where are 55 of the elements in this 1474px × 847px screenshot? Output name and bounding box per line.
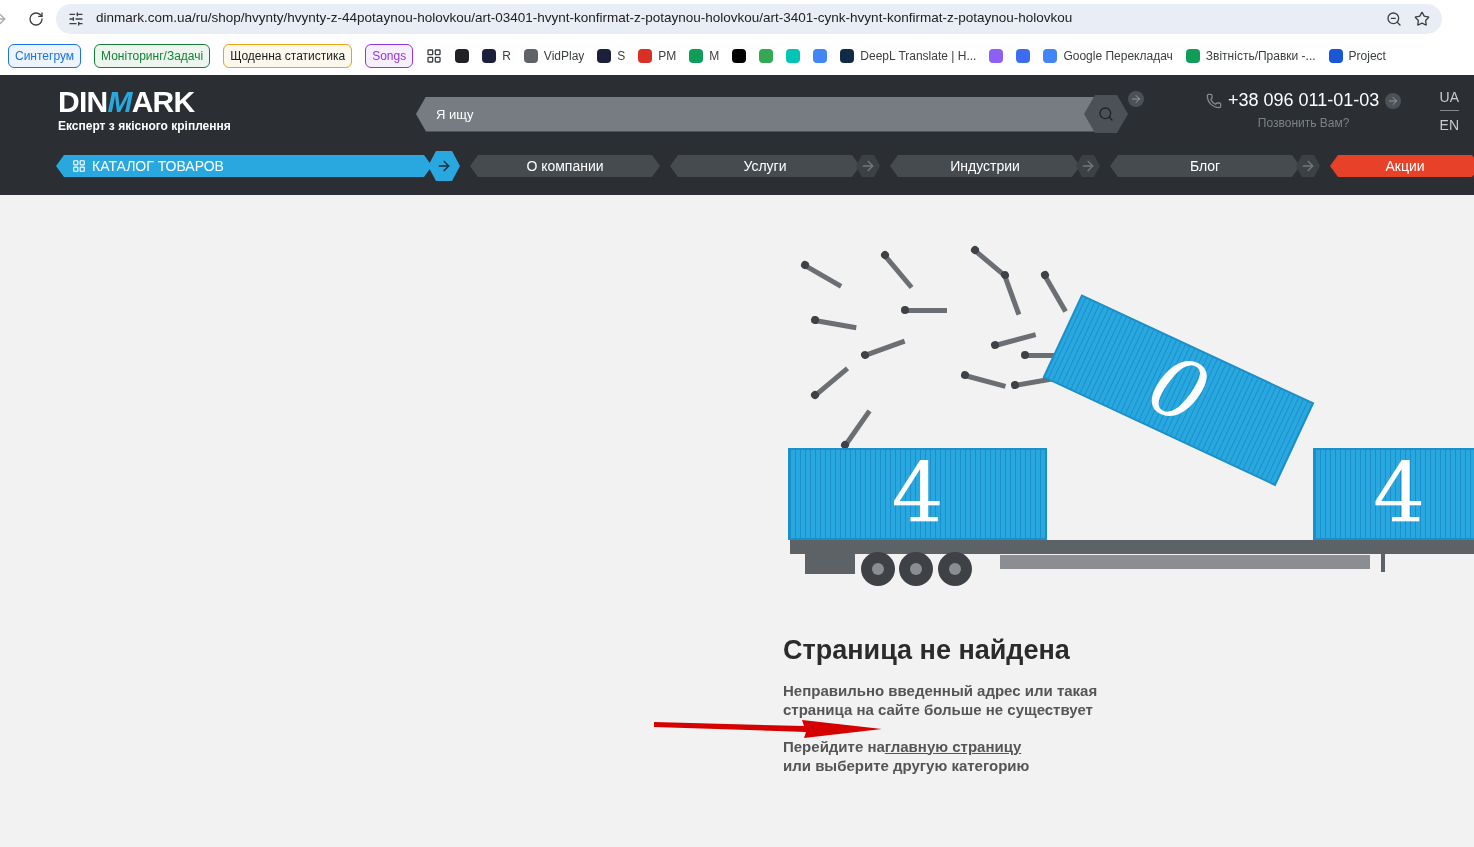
language-option[interactable]: EN bbox=[1439, 115, 1459, 138]
nav-tab[interactable]: Блог bbox=[1110, 155, 1300, 177]
container-digit: 0 bbox=[1134, 335, 1223, 444]
reload-icon[interactable] bbox=[28, 10, 44, 27]
bookmark-favicon-icon[interactable] bbox=[455, 49, 470, 63]
logo-tagline: Експерт з якісного кріплення bbox=[58, 118, 232, 135]
nav-tab[interactable]: Акции bbox=[1330, 155, 1474, 177]
site-settings-icon[interactable] bbox=[68, 10, 84, 27]
error-message: Неправильно введенный адрес или такая страница на сайте больше не существует bbox=[783, 680, 1099, 719]
bookmark-link[interactable]: VidPlay bbox=[543, 47, 585, 65]
nav-tab[interactable]: Индустрии bbox=[890, 155, 1080, 177]
arrow-right-icon[interactable] bbox=[1385, 92, 1402, 109]
bookmark-favicon-icon[interactable] bbox=[482, 49, 497, 63]
search-icon[interactable] bbox=[1084, 95, 1128, 133]
bookmark-link[interactable]: M bbox=[709, 47, 720, 65]
bookmark-favicon-icon[interactable] bbox=[732, 49, 747, 63]
phone-icon bbox=[1206, 92, 1222, 109]
logo[interactable]: DINMARK bbox=[58, 87, 258, 117]
bookmark-favicon-icon[interactable] bbox=[1328, 49, 1343, 63]
bookmark-link[interactable]: DeepL Translate | H... bbox=[860, 47, 977, 65]
nav-tab[interactable]: Услуги bbox=[670, 155, 860, 177]
bookmark-favicon-icon[interactable] bbox=[523, 49, 538, 63]
search-field[interactable]: Я ищу bbox=[416, 96, 1096, 132]
bookmark-star-icon[interactable] bbox=[1414, 10, 1430, 27]
arrow-right-icon[interactable] bbox=[856, 155, 880, 177]
language-option[interactable]: UA bbox=[1439, 87, 1459, 111]
bookmark-chip[interactable]: Щоденна статистика bbox=[223, 44, 353, 68]
arrow-right-icon[interactable] bbox=[1296, 155, 1320, 177]
arrow-right-icon[interactable] bbox=[1076, 155, 1100, 177]
container-digit: 4 bbox=[891, 446, 944, 541]
bookmark-chip[interactable]: Синтегрум bbox=[8, 44, 82, 68]
error-title: Страница не найдена bbox=[783, 634, 1071, 667]
bookmark-favicon-icon[interactable] bbox=[840, 49, 855, 63]
bookmark-link[interactable]: R bbox=[502, 47, 511, 65]
url-text: dinmark.com.ua/ru/shop/hvynty/hvynty-z-44potaynou-holovkou/art-03401-hvynt-konfirmat-z-potaynou-holovkou/art-3401-cynk-hvynt-konfirmat-z-potaynou-holovkou bbox=[96, 9, 1074, 28]
bookmark-link[interactable]: PM bbox=[658, 47, 677, 65]
arrow-right-icon[interactable] bbox=[428, 151, 460, 181]
bookmark-favicon-icon[interactable] bbox=[597, 49, 612, 63]
callback-link[interactable]: Позвонить Вам? bbox=[1257, 114, 1350, 132]
bookmark-link[interactable]: Project bbox=[1348, 47, 1386, 65]
bookmark-link[interactable]: Google Перекладач bbox=[1063, 47, 1173, 65]
bookmark-link[interactable]: Звітність/Правки -... bbox=[1205, 47, 1316, 65]
phone-number[interactable]: +38 096 011-01-03 bbox=[1228, 87, 1380, 114]
zoom-icon[interactable] bbox=[1386, 10, 1402, 27]
bookmark-chip[interactable]: Songs bbox=[365, 44, 414, 68]
container-digit: 4 bbox=[1372, 446, 1426, 541]
nav-tab[interactable]: О компании bbox=[470, 155, 660, 177]
bookmark-chip[interactable]: Моніторинг/Задачі bbox=[94, 44, 211, 68]
grid-icon bbox=[72, 159, 86, 173]
apps-grid-icon[interactable] bbox=[426, 48, 443, 64]
home-link[interactable]: главную страницу bbox=[884, 737, 1022, 755]
bookmark-link[interactable]: S bbox=[617, 47, 626, 65]
error-hint: Перейдите наглавную страницу или выберите другую категорию bbox=[783, 736, 1031, 775]
address-bar[interactable]: dinmark.com.ua/ru/shop/hvynty/hvynty-z-44potaynou-holovkou/art-03401-hvynt-konfirmat-z-potaynou-holovkou/art-3401-cynk-hvynt-konfirmat-z-potaynou-holovkou bbox=[56, 3, 1442, 34]
arrow-right-icon[interactable] bbox=[1128, 91, 1144, 107]
